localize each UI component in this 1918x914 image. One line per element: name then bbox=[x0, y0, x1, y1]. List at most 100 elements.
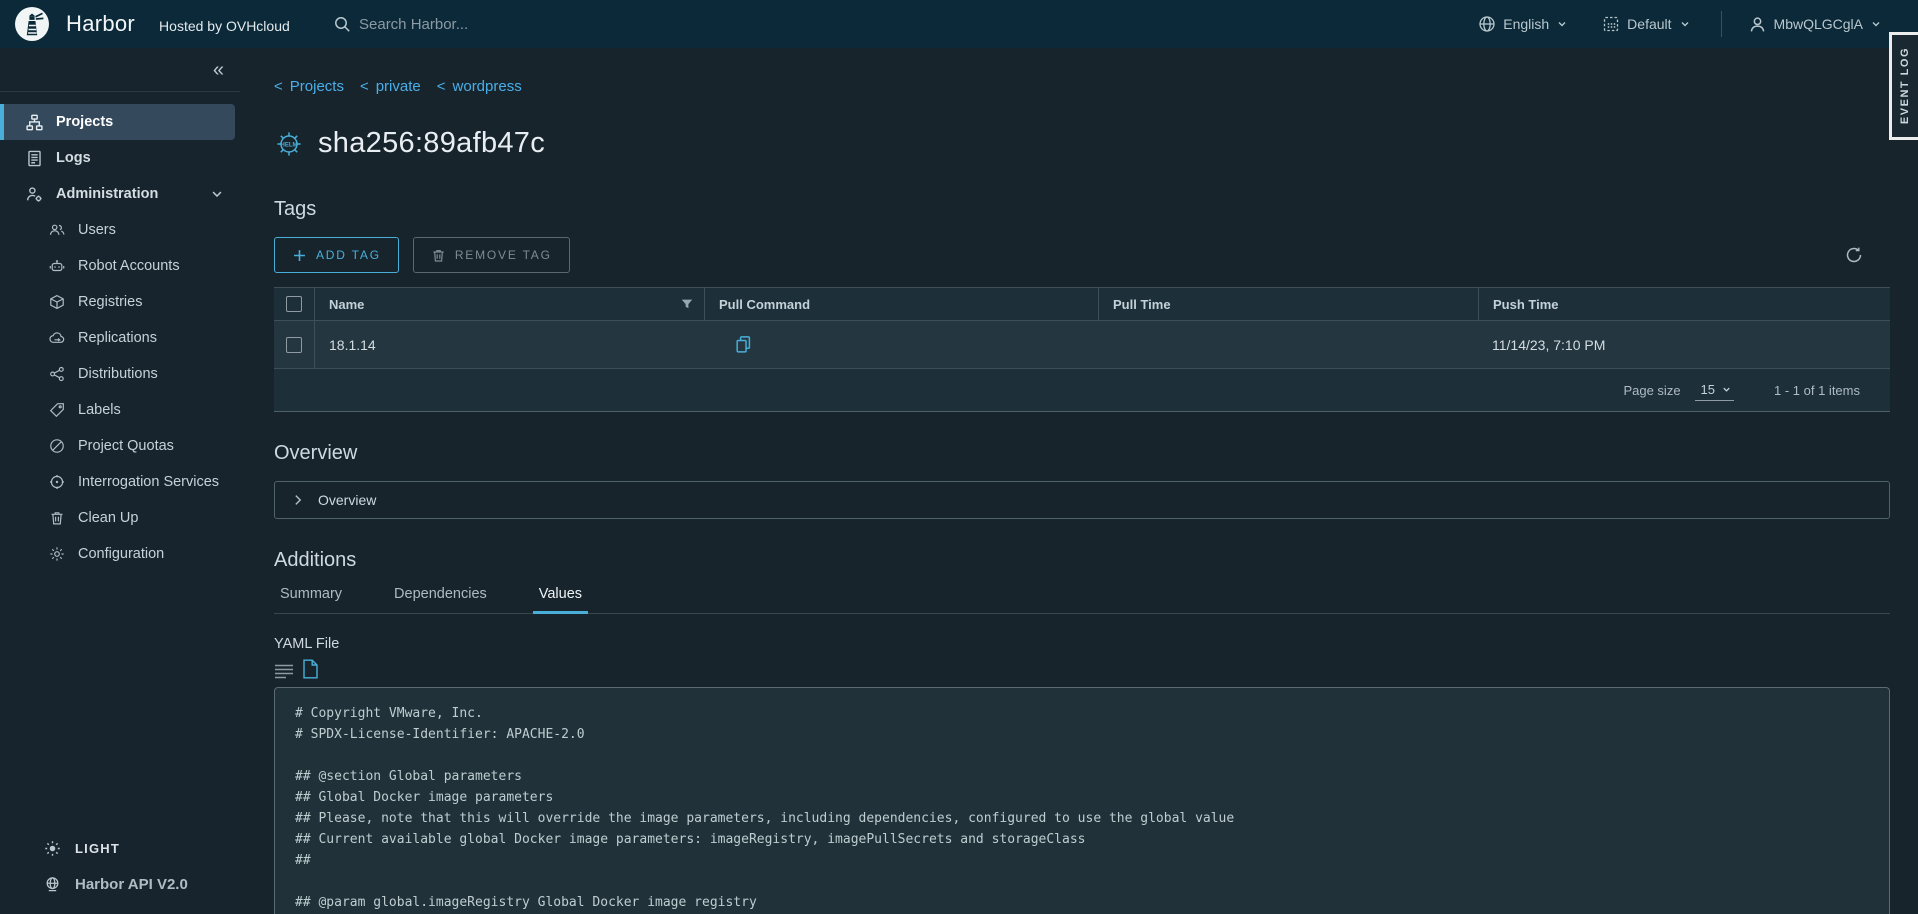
sidebar-item-logs[interactable]: Logs bbox=[0, 140, 240, 176]
svg-text:HELM: HELM bbox=[281, 142, 298, 148]
sidebar-item-robot-accounts[interactable]: Robot Accounts bbox=[0, 248, 240, 284]
pagination-range: 1 - 1 of 1 items bbox=[1774, 383, 1860, 398]
chevron-down-icon bbox=[1556, 18, 1568, 30]
yaml-code-viewer[interactable]: # Copyright VMware, Inc. # SPDX-License-… bbox=[274, 687, 1890, 914]
additions-tabs: Summary Dependencies Values bbox=[274, 586, 1890, 614]
tab-dependencies[interactable]: Dependencies bbox=[388, 586, 493, 613]
logs-icon bbox=[26, 150, 43, 167]
tag-icon bbox=[49, 402, 65, 418]
sidebar-item-configuration[interactable]: Configuration bbox=[0, 536, 240, 572]
sidebar-item-label: Administration bbox=[56, 186, 158, 202]
code-line: ## Current available global Docker image… bbox=[295, 829, 1869, 850]
column-header-name: Name bbox=[314, 288, 704, 320]
sidebar-item-label: Configuration bbox=[78, 546, 164, 562]
row-checkbox-cell bbox=[274, 321, 314, 368]
registry-scope-menu[interactable]: Default bbox=[1602, 15, 1690, 33]
column-header-pull-time: Pull Time bbox=[1098, 288, 1478, 320]
collapse-sidebar-icon[interactable]: « bbox=[213, 60, 224, 80]
sidebar-footer: LIGHT Harbor API V2.0 bbox=[0, 830, 240, 914]
code-line: ## Please, note that this will override … bbox=[295, 808, 1869, 829]
yaml-file-label: YAML File bbox=[274, 636, 1890, 652]
sidebar-item-replications[interactable]: Replications bbox=[0, 320, 240, 356]
breadcrumb-link-private[interactable]: < private bbox=[360, 78, 421, 95]
users-icon bbox=[49, 222, 65, 238]
language-label: English bbox=[1503, 16, 1549, 32]
row-checkbox[interactable] bbox=[286, 337, 302, 353]
registry-scope-label: Default bbox=[1627, 16, 1671, 32]
tags-heading: Tags bbox=[274, 198, 1890, 221]
chevron-down-icon bbox=[210, 187, 224, 201]
sidebar-item-project-quotas[interactable]: Project Quotas bbox=[0, 428, 240, 464]
sidebar-item-interrogation-services[interactable]: Interrogation Services bbox=[0, 464, 240, 500]
select-all-checkbox[interactable] bbox=[286, 296, 302, 312]
event-log-tab[interactable]: EVENT LOG bbox=[1889, 32, 1918, 140]
code-line: ## @param global.imageRegistry Global Do… bbox=[295, 892, 1869, 913]
sidebar-item-labels[interactable]: Labels bbox=[0, 392, 240, 428]
code-line: ## Global Docker image parameters bbox=[295, 787, 1869, 808]
main-content: < Projects < private < wordpress HELM sh… bbox=[240, 48, 1918, 914]
column-header-push-time: Push Time bbox=[1478, 288, 1890, 320]
app-header: Harbor Hosted by OVHcloud English Defaul… bbox=[0, 0, 1918, 48]
sidebar-item-label: Users bbox=[78, 222, 116, 238]
sidebar-item-label: Projects bbox=[56, 114, 113, 130]
harbor-logo-icon bbox=[14, 6, 50, 42]
add-tag-button[interactable]: ADD TAG bbox=[274, 237, 399, 273]
refresh-button[interactable] bbox=[1844, 245, 1864, 265]
trash-icon bbox=[431, 248, 446, 263]
artifact-header: HELM sha256:89afb47c bbox=[274, 127, 1890, 160]
breadcrumb-link-wordpress[interactable]: < wordpress bbox=[437, 78, 522, 95]
user-menu[interactable]: MbwQLGCglA bbox=[1748, 15, 1882, 34]
file-view-icon[interactable] bbox=[302, 659, 319, 679]
filter-icon[interactable] bbox=[680, 297, 694, 311]
sidebar-item-registries[interactable]: Registries bbox=[0, 284, 240, 320]
username-label: MbwQLGCglA bbox=[1774, 16, 1863, 32]
sidebar-item-clean-up[interactable]: Clean Up bbox=[0, 500, 240, 536]
table-row: 18.1.14 11/14/23, 7:10 PM bbox=[274, 321, 1890, 369]
trash-icon bbox=[49, 510, 65, 526]
gear-icon bbox=[49, 546, 65, 562]
share-nodes-icon bbox=[49, 366, 65, 382]
pull-time-cell bbox=[1098, 321, 1478, 368]
list-view-icon[interactable] bbox=[274, 664, 294, 679]
overview-accordion-label: Overview bbox=[318, 492, 376, 508]
quota-gauge-icon bbox=[49, 438, 65, 454]
code-line: ## @section Global parameters bbox=[295, 766, 1869, 787]
language-menu[interactable]: English bbox=[1478, 15, 1568, 33]
user-icon bbox=[1748, 15, 1767, 34]
global-search bbox=[333, 0, 619, 48]
hierarchy-icon bbox=[26, 114, 43, 131]
sidebar-item-users[interactable]: Users bbox=[0, 212, 240, 248]
artifact-digest-title: sha256:89afb47c bbox=[318, 127, 545, 160]
sidebar-item-label: Replications bbox=[78, 330, 157, 346]
search-input[interactable] bbox=[359, 16, 619, 33]
api-link-label: Harbor API V2.0 bbox=[75, 876, 188, 893]
page-size-select[interactable]: 15 bbox=[1695, 380, 1734, 401]
remove-tag-button[interactable]: REMOVE TAG bbox=[413, 237, 570, 273]
search-icon bbox=[333, 15, 351, 33]
tab-summary[interactable]: Summary bbox=[274, 586, 348, 613]
event-log-label: EVENT LOG bbox=[1899, 47, 1911, 124]
sun-icon bbox=[44, 840, 61, 857]
breadcrumb: < Projects < private < wordpress bbox=[274, 78, 1890, 95]
sidebar-item-administration[interactable]: Administration bbox=[0, 176, 240, 212]
tab-values[interactable]: Values bbox=[533, 586, 588, 613]
admin-user-gear-icon bbox=[26, 186, 43, 203]
chevron-down-icon bbox=[1679, 18, 1691, 30]
sidebar-item-distributions[interactable]: Distributions bbox=[0, 356, 240, 392]
column-header-pull-command: Pull Command bbox=[704, 288, 1098, 320]
api-link[interactable]: Harbor API V2.0 bbox=[0, 866, 240, 902]
refresh-icon bbox=[1844, 245, 1864, 265]
theme-toggle[interactable]: LIGHT bbox=[0, 830, 240, 866]
sidebar-item-projects[interactable]: Projects bbox=[0, 104, 235, 140]
copy-icon[interactable] bbox=[734, 335, 753, 354]
helm-chart-icon: HELM bbox=[274, 129, 304, 159]
tags-table-header: Name Pull Command Pull Time Push Time bbox=[274, 287, 1890, 321]
code-line bbox=[295, 871, 1869, 892]
breadcrumb-link-projects[interactable]: < Projects bbox=[274, 78, 344, 95]
chevron-right-icon bbox=[291, 493, 305, 507]
sidebar-item-label: Project Quotas bbox=[78, 438, 174, 454]
yaml-view-toggle bbox=[274, 659, 1890, 679]
sidebar-item-label: Registries bbox=[78, 294, 142, 310]
sidebar-item-label: Clean Up bbox=[78, 510, 138, 526]
overview-accordion[interactable]: Overview bbox=[274, 481, 1890, 519]
